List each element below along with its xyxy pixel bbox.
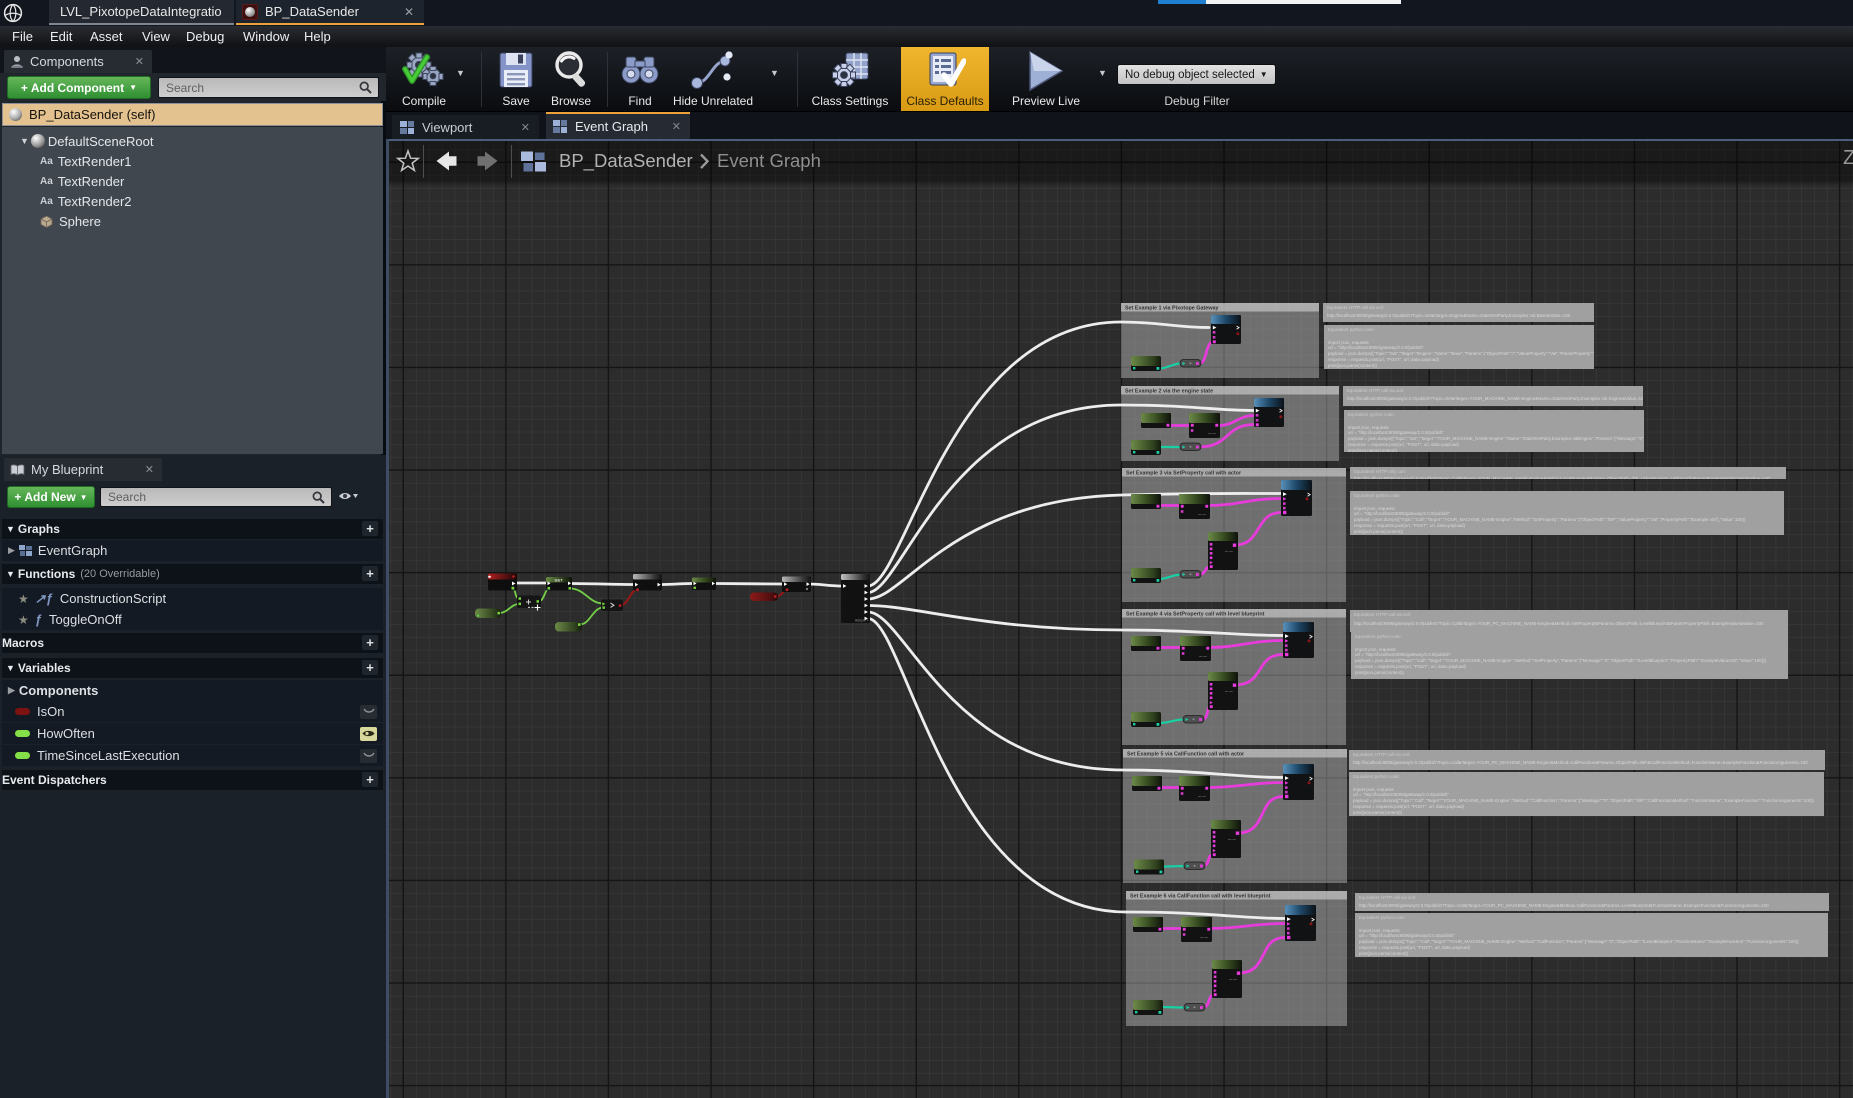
svg-text:Set Example 2 via the engine s: Set Example 2 via the engine state bbox=[1125, 389, 1213, 395]
svg-text:BP_DataSender: BP_DataSender bbox=[559, 150, 693, 172]
svg-text:Set Example 3 via SetProperty: Set Example 3 via SetProperty call with … bbox=[1126, 471, 1242, 477]
svg-text:Set Example 1 via Pixotope Gat: Set Example 1 via Pixotope Gateway bbox=[1125, 306, 1218, 312]
svg-text:SET: SET bbox=[555, 578, 564, 583]
svg-text:Set Example 5 via CallFunction: Set Example 5 via CallFunction call with… bbox=[1127, 752, 1245, 758]
svg-text:Set Example 6 via CallFunction: Set Example 6 via CallFunction call with… bbox=[1130, 894, 1271, 900]
svg-text:Event Graph: Event Graph bbox=[717, 150, 821, 171]
svg-text:Zo: Zo bbox=[1843, 147, 1853, 169]
svg-text:Add pin +: Add pin + bbox=[855, 619, 869, 623]
svg-text:Set Example 4 via SetProperty: Set Example 4 via SetProperty call with … bbox=[1126, 612, 1265, 618]
